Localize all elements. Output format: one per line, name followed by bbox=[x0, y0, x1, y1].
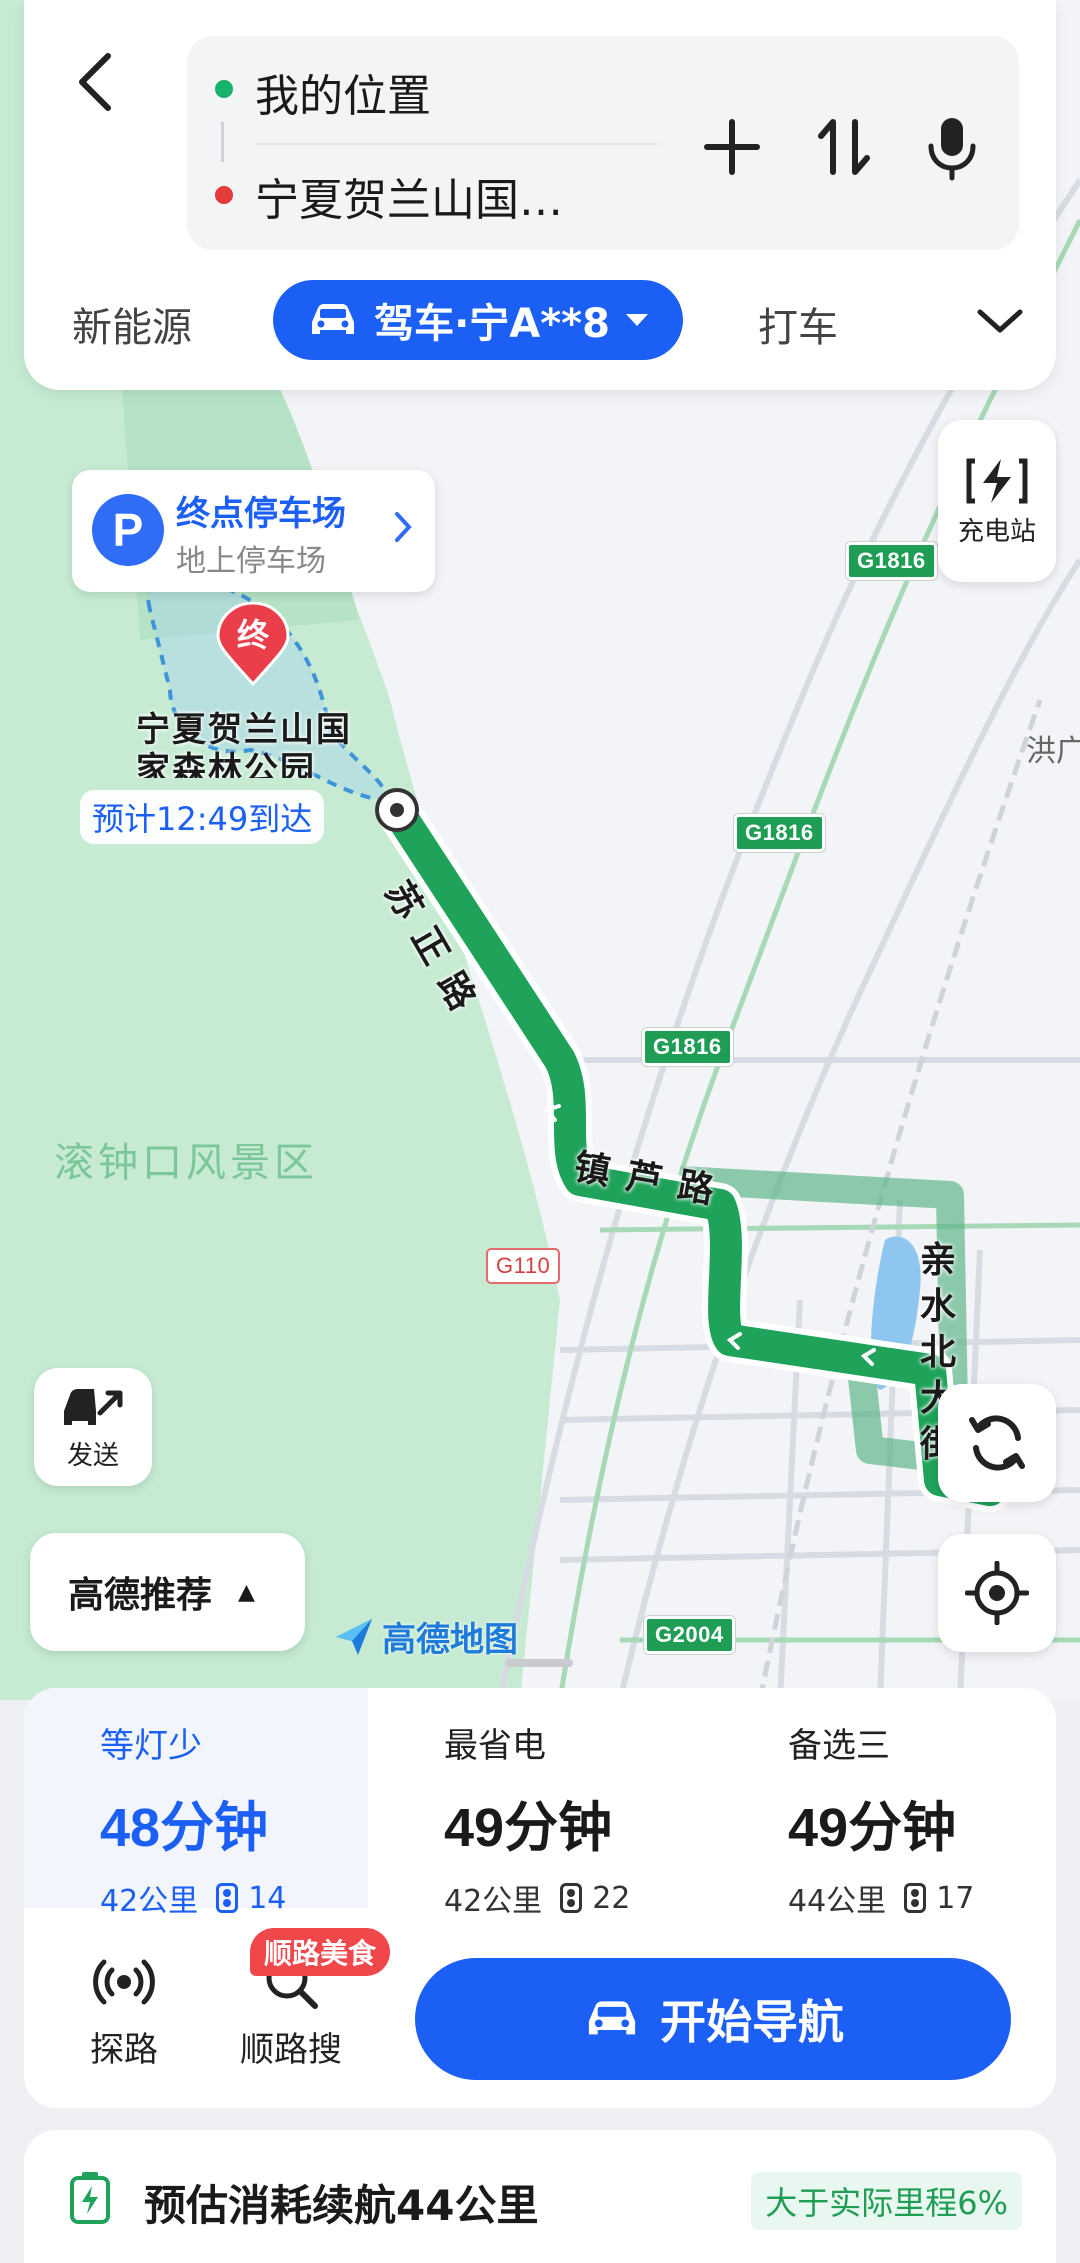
charging-icon bbox=[966, 458, 1028, 503]
more-modes-button[interactable] bbox=[970, 296, 1030, 346]
route-search-card: 我的位置 宁夏贺兰山国… 新能源 驾车·宁A**8 打车 bbox=[24, 0, 1056, 390]
road-badge-g110: G110 bbox=[486, 1248, 561, 1284]
tab-new-energy[interactable]: 新能源 bbox=[72, 295, 192, 353]
traffic-light-icon bbox=[560, 1883, 583, 1913]
scenic-area-label: 滚钟口风景区 bbox=[54, 1140, 318, 1186]
swap-icon bbox=[818, 119, 870, 175]
route-duration-unit: 分钟 bbox=[848, 1796, 957, 1859]
send-to-car-icon bbox=[64, 1388, 123, 1425]
tab-taxi[interactable]: 打车 bbox=[758, 295, 838, 353]
parking-icon: P bbox=[92, 494, 164, 566]
range-estimate-text: 预估消耗续航44公里 bbox=[144, 2181, 539, 2230]
destination-marker[interactable]: 终 bbox=[216, 601, 290, 687]
amap-logo: 高德地图 bbox=[332, 1612, 518, 1661]
parking-subtitle: 地上停车场 bbox=[176, 544, 326, 579]
car-icon bbox=[312, 304, 355, 334]
road-badge-g2004: G2004 bbox=[644, 1616, 735, 1654]
destination-name-line2: 家森林公园 bbox=[136, 750, 316, 778]
voice-button[interactable] bbox=[917, 112, 987, 182]
traffic-light-icon bbox=[904, 1883, 927, 1913]
route-meta: 44公里 17 bbox=[788, 1876, 1056, 1920]
dropdown-triangle-icon bbox=[625, 314, 648, 326]
locate-me-button[interactable] bbox=[938, 1534, 1056, 1652]
connector-line bbox=[221, 122, 224, 162]
route-name: 等灯少 bbox=[100, 1726, 202, 1766]
route-distance: 42公里 bbox=[100, 1884, 199, 1919]
explore-label: 探路 bbox=[90, 2030, 158, 2070]
road-badge-g1816-2: G1816 bbox=[734, 814, 825, 852]
eta-label: 预计12:49到达 bbox=[80, 790, 325, 844]
destination-name: 宁夏贺兰山国 家森林公园 bbox=[136, 710, 352, 778]
traffic-light-icon bbox=[216, 1883, 239, 1913]
battery-icon bbox=[70, 2172, 110, 2224]
start-navigation-button[interactable]: 开始导航 bbox=[415, 1958, 1011, 2080]
route-preference-label: 高德推荐 bbox=[68, 1575, 213, 1616]
plus-icon bbox=[704, 119, 760, 175]
destination-input[interactable]: 宁夏贺兰山国… bbox=[255, 164, 563, 228]
caret-up-icon: ▲ bbox=[238, 1579, 255, 1605]
route-lights: 17 bbox=[936, 1880, 975, 1916]
tab-drive-label: 驾车·宁A**8 bbox=[374, 301, 610, 347]
route-option-2[interactable]: 最省电 49分钟 42公里 22 bbox=[368, 1688, 712, 1919]
search-along-label: 顺路搜 bbox=[240, 2030, 342, 2070]
route-duration-unit: 分钟 bbox=[160, 1796, 269, 1859]
route-duration: 49分钟 bbox=[788, 1783, 1056, 1862]
route-option-3[interactable]: 备选三 49分钟 44公里 17 bbox=[712, 1688, 1056, 1919]
swap-button[interactable] bbox=[809, 112, 879, 182]
route-distance: 42公里 bbox=[444, 1884, 543, 1919]
explore-route-button[interactable]: 探路 bbox=[90, 1950, 158, 2071]
tab-drive-selected[interactable]: 驾车·宁A**8 bbox=[273, 280, 683, 360]
route-name: 备选三 bbox=[788, 1726, 890, 1766]
charging-station-button[interactable]: 充电站 bbox=[938, 420, 1056, 582]
amap-logo-icon bbox=[336, 1618, 372, 1655]
destination-marker-label: 终 bbox=[236, 616, 269, 654]
car-icon bbox=[588, 2001, 636, 2035]
map-edge-text: 洪广 bbox=[1026, 734, 1080, 769]
charging-label: 充电站 bbox=[957, 516, 1036, 547]
back-button[interactable] bbox=[62, 42, 132, 122]
route-lights: 22 bbox=[592, 1880, 631, 1916]
road-badge-g1816-1: G1816 bbox=[846, 542, 937, 580]
refresh-icon bbox=[969, 1415, 1025, 1471]
road-badge-g1816-3: G1816 bbox=[642, 1028, 733, 1066]
route-duration: 48分钟 bbox=[100, 1783, 368, 1862]
send-label: 发送 bbox=[66, 1440, 119, 1471]
route-distance: 44公里 bbox=[788, 1884, 887, 1919]
origin-dot bbox=[215, 80, 233, 98]
food-along-badge: 顺路美食 bbox=[250, 1928, 391, 1976]
route-input-box: 我的位置 宁夏贺兰山国… bbox=[187, 36, 1019, 250]
route-meta: 42公里 14 bbox=[100, 1876, 368, 1920]
route-duration-number: 49 bbox=[788, 1798, 849, 1858]
sheet-drag-handle[interactable] bbox=[505, 1659, 573, 1667]
route-duration-number: 49 bbox=[444, 1798, 505, 1858]
input-divider bbox=[255, 143, 659, 145]
add-waypoint-button[interactable] bbox=[697, 112, 767, 182]
signal-broadcast-icon bbox=[93, 1959, 155, 2005]
origin-input[interactable]: 我的位置 bbox=[255, 60, 431, 124]
parking-title: 终点停车场 bbox=[176, 494, 346, 534]
route-meta: 42公里 22 bbox=[444, 1876, 712, 1920]
route-duration-number: 48 bbox=[100, 1798, 161, 1858]
route-duration: 49分钟 bbox=[444, 1783, 712, 1862]
route-preference-dropdown[interactable]: 高德推荐 ▲ bbox=[30, 1533, 305, 1651]
range-accuracy-badge: 大于实际里程6% bbox=[751, 2172, 1022, 2230]
chevron-down-icon bbox=[977, 309, 1023, 333]
mic-icon bbox=[928, 118, 976, 181]
chevron-right-icon bbox=[393, 510, 413, 553]
route-duration-unit: 分钟 bbox=[504, 1796, 613, 1859]
amap-logo-text: 高德地图 bbox=[382, 1620, 518, 1660]
route-lights: 14 bbox=[248, 1880, 287, 1916]
locate-icon bbox=[965, 1561, 1029, 1625]
destination-parking-card[interactable]: P 终点停车场 地上停车场 bbox=[72, 470, 435, 592]
back-icon bbox=[79, 53, 111, 111]
destination-dot bbox=[215, 186, 233, 204]
route-option-1[interactable]: 等灯少 48分钟 42公里 14 bbox=[24, 1688, 368, 1919]
battery-range-card[interactable]: 预估消耗续航44公里 大于实际里程6% bbox=[24, 2130, 1056, 2263]
send-to-car-button[interactable]: 发送 bbox=[34, 1368, 152, 1486]
destination-name-line1: 宁夏贺兰山国 bbox=[136, 710, 352, 750]
start-navigation-label: 开始导航 bbox=[660, 1995, 844, 2049]
refresh-route-button[interactable] bbox=[938, 1384, 1056, 1502]
route-name: 最省电 bbox=[444, 1726, 546, 1766]
